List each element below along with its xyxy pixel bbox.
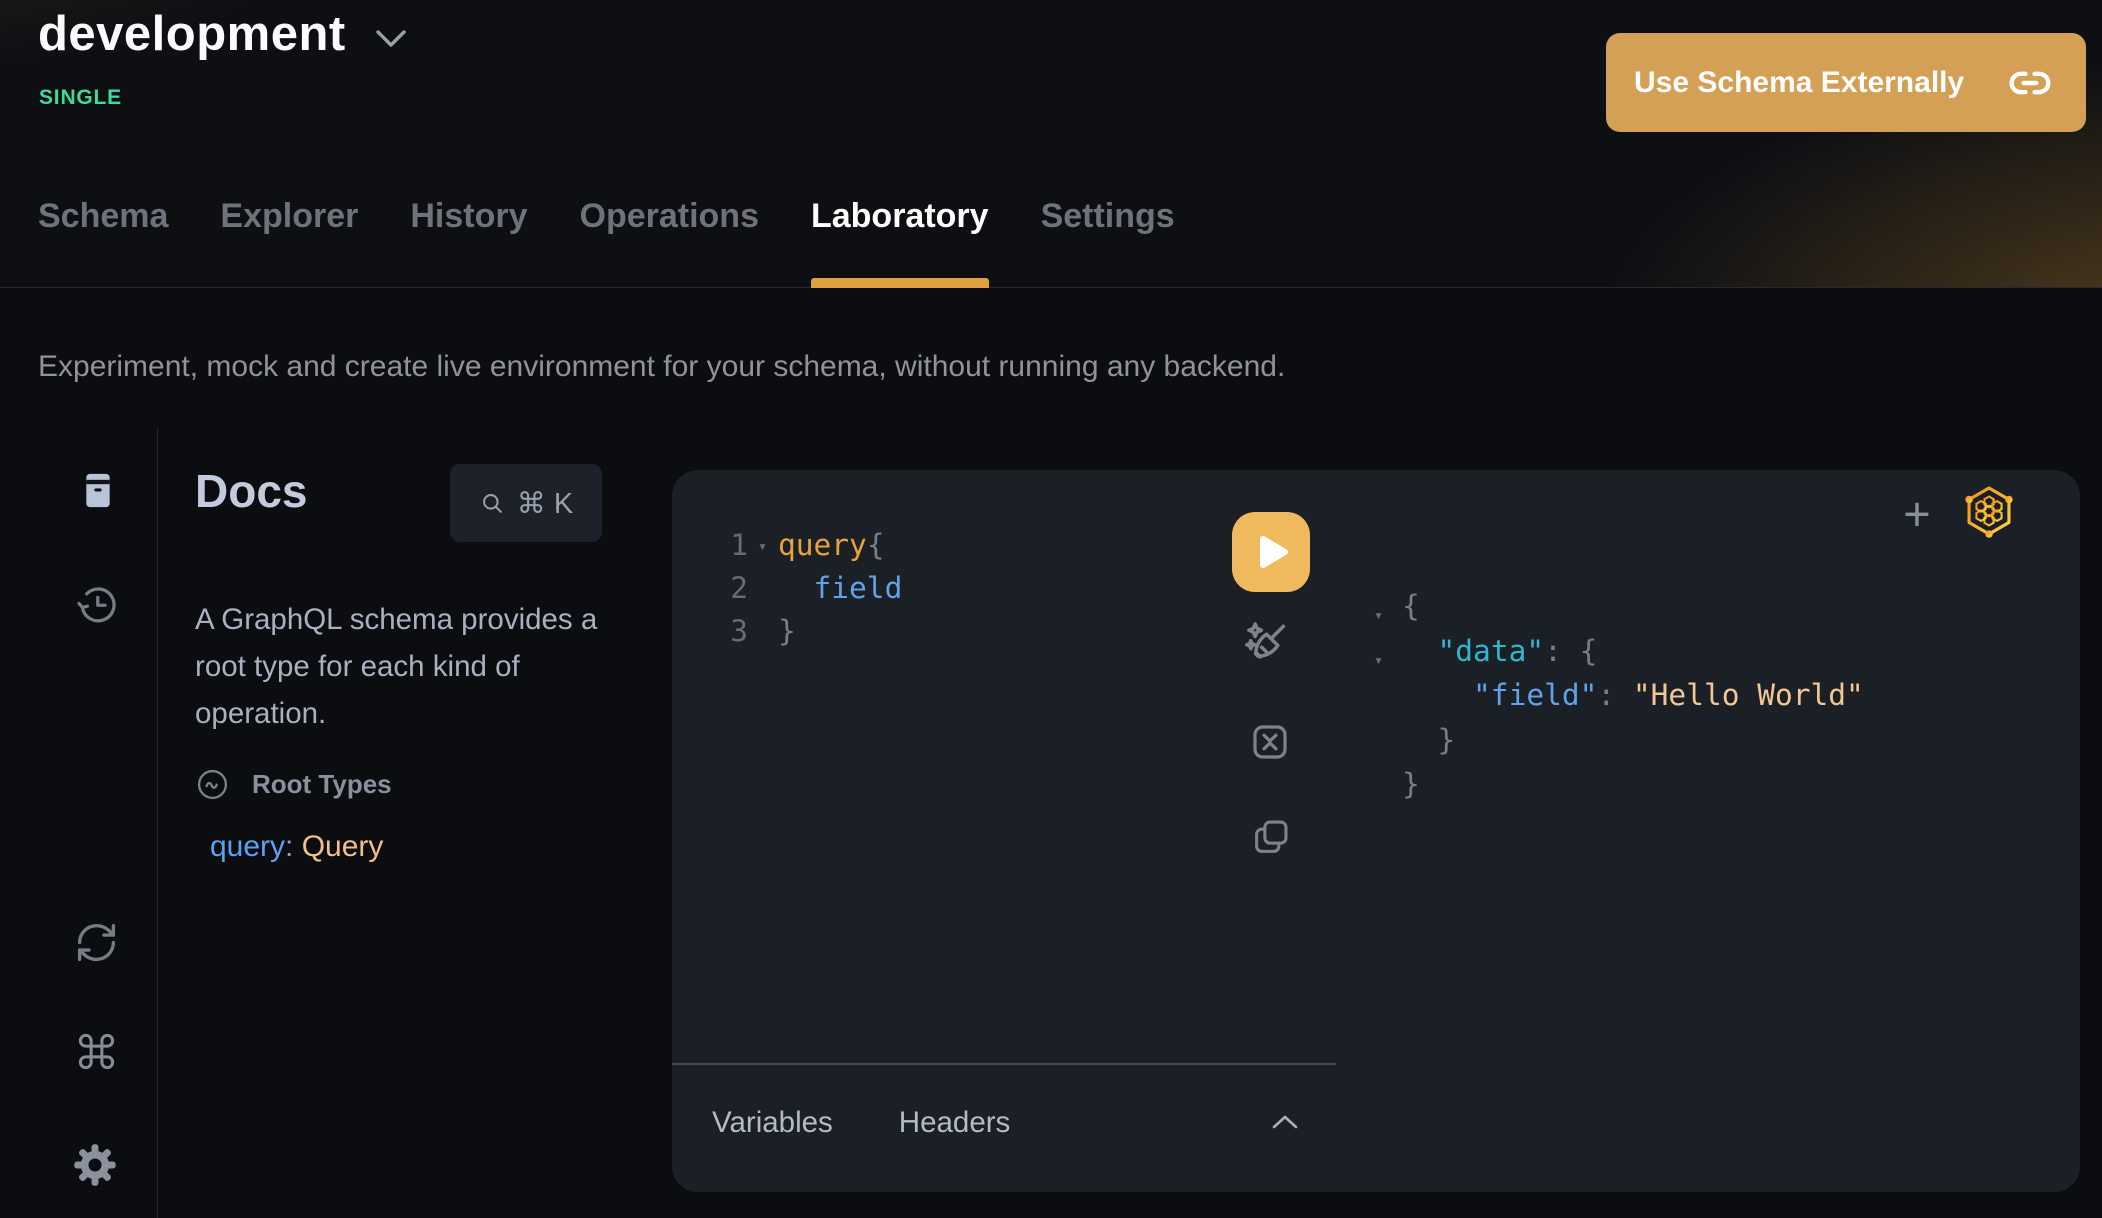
line-number: 2 [712,571,748,605]
fold-arrow-icon[interactable]: ▾ [758,537,767,555]
add-tab-button[interactable]: + [1893,490,1941,538]
sidebar-item-docs[interactable] [78,468,118,513]
fold-arrow-icon[interactable]: ▾ [1374,593,1383,638]
tab-laboratory[interactable]: Laboratory [811,197,989,288]
copy-icon [1248,814,1294,860]
sidebar-divider [157,428,158,1218]
tab-settings[interactable]: Settings [1041,197,1175,288]
response-punct: } [1402,723,1455,757]
history-icon [74,582,120,628]
root-types-section: Root Types [195,767,392,802]
search-button[interactable]: ⌘ K [450,464,602,542]
search-icon [479,490,506,517]
root-types-icon [195,767,230,802]
editor-tools-tabs: Variables Headers [712,1106,1010,1140]
graphiql-panel: 1 ▾ query{ 2 field 3 } [672,470,2080,1192]
docs-icon [78,468,118,513]
code-token-punct: } [778,614,796,648]
response-pane: ▾{ ▾ "data": { "field": "Hello World" } … [1402,584,1864,807]
content: Docs ⌘ K A GraphQL schema provides a roo… [0,420,2102,1218]
sidebar-item-refetch-schema[interactable] [74,920,119,965]
tab-explorer[interactable]: Explorer [220,197,358,288]
editor-tools-divider [672,1063,1336,1065]
hive-logo-icon [1960,482,2018,540]
tab-variables[interactable]: Variables [712,1106,833,1140]
response-punct: : { [1544,634,1597,668]
gear-icon [72,1142,118,1188]
page-subtitle: Experiment, mock and create live environ… [38,350,1285,384]
tab-schema[interactable]: Schema [38,197,168,288]
code-token-punct: { [867,528,885,562]
line-number: 3 [712,614,748,648]
tab-bar: Schema Explorer History Operations Labor… [38,197,1175,288]
tab-headers[interactable]: Headers [899,1106,1011,1140]
play-icon [1259,535,1289,569]
search-shortcut: ⌘ K [517,486,573,521]
docs-panel-title: Docs [195,464,307,518]
use-schema-externally-label: Use Schema Externally [1634,66,1964,100]
merge-icon [1246,718,1294,766]
chevron-up-icon [1270,1114,1300,1131]
page-title: development [38,6,346,62]
fold-arrow-icon[interactable]: ▾ [1374,638,1383,683]
root-type-type: Query [302,830,384,863]
response-key-data: "data" [1438,634,1545,668]
refresh-icon [74,920,119,965]
merge-fragments-button[interactable] [1246,718,1294,766]
code-token-keyword: query [778,528,867,562]
collapse-tools-button[interactable] [1270,1114,1300,1131]
response-indent [1402,678,1473,712]
prettify-button[interactable] [1240,616,1296,672]
tab-history[interactable]: History [410,197,527,288]
line-number: 1 [712,528,748,562]
response-indent [1402,634,1438,668]
root-type-name: query [210,830,285,863]
header: development SINGLE Use Schema Externally… [0,0,2102,288]
chevron-down-icon[interactable] [374,29,408,49]
response-value: "Hello World" [1633,678,1864,712]
link-icon [2004,61,2056,105]
execute-query-button[interactable] [1232,512,1310,592]
root-type-separator: : [285,830,302,863]
root-type-query-link[interactable]: query: Query [210,830,383,864]
docs-description: A GraphQL schema provides a root type fo… [195,596,625,737]
response-key-field: "field" [1473,678,1597,712]
copy-query-button[interactable] [1248,814,1294,860]
root-types-label: Root Types [252,769,392,800]
response-punct: : [1597,678,1633,712]
response-punct: } [1402,767,1420,801]
sidebar-item-settings[interactable] [72,1142,118,1188]
response-punct: { [1402,589,1420,623]
prettify-icon [1240,616,1296,672]
code-token-field: field [778,571,902,605]
use-schema-externally-button[interactable]: Use Schema Externally [1606,33,2086,132]
sidebar-item-shortcuts[interactable] [75,1030,118,1073]
environment-badge: SINGLE [39,86,122,110]
sidebar-item-history[interactable] [74,582,120,628]
command-icon [75,1030,118,1073]
tab-operations[interactable]: Operations [580,197,759,288]
laboratory-page: development SINGLE Use Schema Externally… [0,0,2102,1218]
